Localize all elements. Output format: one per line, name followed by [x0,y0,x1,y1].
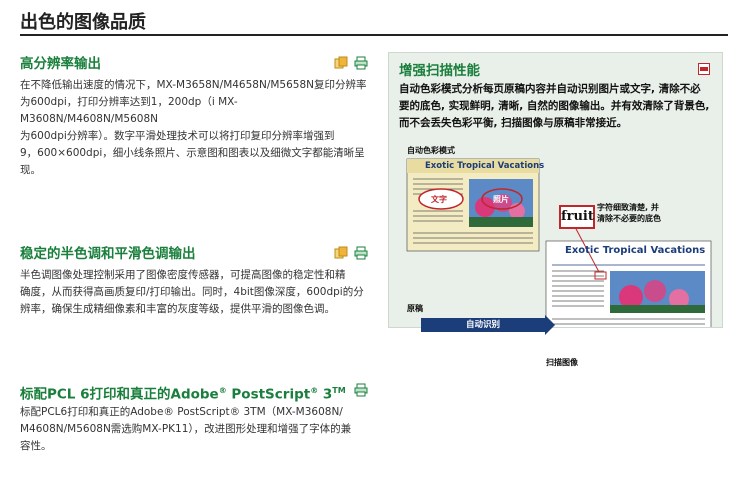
copy-icon[interactable] [334,56,348,70]
print-icon[interactable] [354,383,368,397]
photo-tag: 照片 [493,195,509,204]
section-pcl-postscript: 标配PCL 6打印和真正的Adobe® PostScript® 3TM 标配PC… [20,380,368,455]
original-doc-title: Exotic Tropical Vacations [425,161,545,171]
section-body: 半色调图像处理控制采用了图像密度传感器，可提高图像的稳定性和精 确度，从而获得高… [20,269,364,315]
original-label: 原稿 [407,304,423,313]
fruit-callout: fruit [559,205,595,229]
panel-title: 增强扫描性能 [399,63,480,79]
scanned-doc-title: Exotic Tropical Vacations [565,245,706,256]
section-halftone: 稳定的半色调和平滑色调输出 半色调图像处理控制采用了图像密度传感器，可提高图像的… [20,243,368,318]
scan-performance-panel: 增强扫描性能 自动色彩模式分析每页原稿内容并自动识别图片或文字, 清除不必要的底… [388,52,723,367]
section-body: 在不降低输出速度的情况下，MX-M3658N/M4658N/M5658N复印分辨… [20,79,367,176]
page-title: 出色的图像品质 [20,12,146,33]
section-title: 标配PCL 6打印和真正的Adobe® PostScript® 3TM [20,386,346,403]
section-body: 标配PCL6打印和真正的Adobe® PostScript® 3TM（MX-M3… [20,406,352,452]
panel-description: 自动色彩模式分析每页原稿内容并自动识别图片或文字, 清除不必要的底色, 实现鲜明… [399,83,710,129]
scan-label: 扫描图像 [546,358,578,367]
title-divider [20,34,728,36]
print-icon[interactable] [354,56,368,70]
section-title: 稳定的半色调和平滑色调输出 [20,246,196,262]
pdf-icon[interactable] [698,63,710,75]
text-tag: 文字 [431,195,447,204]
fruit-note: 字符细致清楚, 并 清除不必要的底色 [597,203,661,223]
scan-diagram: 自动色彩模式 Exotic Tropical Vacations 文字 照片 原… [389,141,722,367]
auto-recognition-arrow: 自动识别 [421,315,555,335]
copy-icon[interactable] [334,246,348,260]
section-high-resolution: 高分辨率输出 在不降低输出速度的情况下，MX-M3658N/M4658N/M56… [20,53,368,179]
section-title: 高分辨率输出 [20,56,101,72]
print-icon[interactable] [354,246,368,260]
